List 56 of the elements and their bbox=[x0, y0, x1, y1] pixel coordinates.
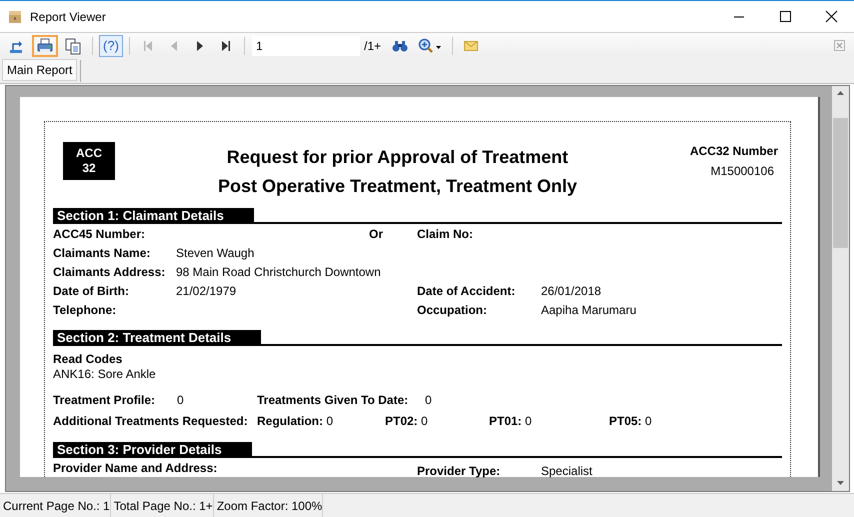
field-label: Treatments Given To Date: bbox=[257, 392, 408, 406]
zoom-icon bbox=[418, 38, 442, 54]
field-value: 0 bbox=[177, 392, 184, 406]
printer-icon bbox=[36, 36, 54, 54]
section-heading: Section 3: Provider Details bbox=[53, 442, 252, 457]
scrollbar[interactable] bbox=[832, 86, 849, 491]
printer-button[interactable] bbox=[32, 34, 58, 56]
last-page-icon bbox=[221, 40, 231, 52]
field-value: M15000106 bbox=[710, 164, 774, 178]
first-page-icon bbox=[143, 40, 153, 52]
field-label: Date of Birth: bbox=[53, 284, 129, 298]
status-text: Total Page No.: 1+ bbox=[110, 494, 214, 517]
report-title: Request for prior Approval of Treatment bbox=[226, 147, 570, 168]
field-value: 26/01/2018 bbox=[541, 284, 602, 298]
field-label: Telephone: bbox=[53, 302, 116, 316]
field-value: 21/02/1979 bbox=[176, 284, 236, 298]
field-label: Occupation: bbox=[417, 302, 488, 316]
field-label: Treatment Profile: bbox=[53, 392, 156, 406]
field-label: ACC45 Number: bbox=[53, 226, 146, 240]
field-value: Aapiha Marumaru bbox=[541, 302, 636, 316]
field-label: ACC32 Number bbox=[688, 144, 778, 158]
next-icon bbox=[195, 40, 205, 52]
binoculars-icon bbox=[392, 38, 408, 52]
field-label: Provider Type: bbox=[417, 463, 500, 478]
field-value: Steven Waugh bbox=[176, 246, 254, 260]
field-value: PT01: 0 bbox=[489, 414, 532, 428]
form-badge: ACC 32 bbox=[63, 142, 115, 180]
field-label: Claimants Address: bbox=[53, 264, 166, 278]
field-value: Regulation: 0 bbox=[257, 414, 334, 428]
field-label: Claim No: bbox=[417, 226, 474, 240]
field-label: Additional Treatments Requested: bbox=[53, 414, 248, 428]
report-subtitle: Post Operative Treatment, Treatment Only bbox=[216, 176, 578, 197]
section-heading: Section 2: Treatment Details bbox=[53, 330, 262, 345]
field-value: ANK16: Sore Ankle bbox=[53, 367, 157, 382]
field-label: Read Codes bbox=[53, 352, 124, 367]
field-label: Date of Accident: bbox=[417, 284, 516, 298]
field-value: 0 bbox=[425, 392, 432, 406]
field-value: PT05: 0 bbox=[609, 414, 652, 428]
previous-icon bbox=[169, 40, 179, 52]
section-heading: Section 1: Claimant Details bbox=[53, 208, 254, 223]
page-total: /1+ bbox=[364, 38, 382, 52]
copy-icon bbox=[64, 36, 82, 54]
field-value: 98 Main Road Christchurch Downtown bbox=[176, 264, 381, 278]
envelope-icon bbox=[464, 40, 478, 50]
field-label: Claimants Name: bbox=[53, 246, 150, 260]
app-box-icon bbox=[8, 10, 22, 24]
field-value: Specialist bbox=[541, 463, 592, 478]
report-tab[interactable]: Main Report bbox=[2, 59, 78, 81]
field-value: PT02: 0 bbox=[385, 414, 428, 428]
status-text: Zoom Factor: 100% bbox=[214, 494, 324, 517]
or-label: Or bbox=[369, 226, 384, 240]
page-number-field[interactable]: 1 bbox=[252, 36, 360, 56]
help-button[interactable]: (?) bbox=[99, 34, 123, 56]
status-text: Current Page No.: 1 bbox=[0, 494, 111, 517]
window-title: Report Viewer bbox=[30, 10, 107, 24]
field-label: Provider Name and Address: bbox=[53, 461, 218, 475]
